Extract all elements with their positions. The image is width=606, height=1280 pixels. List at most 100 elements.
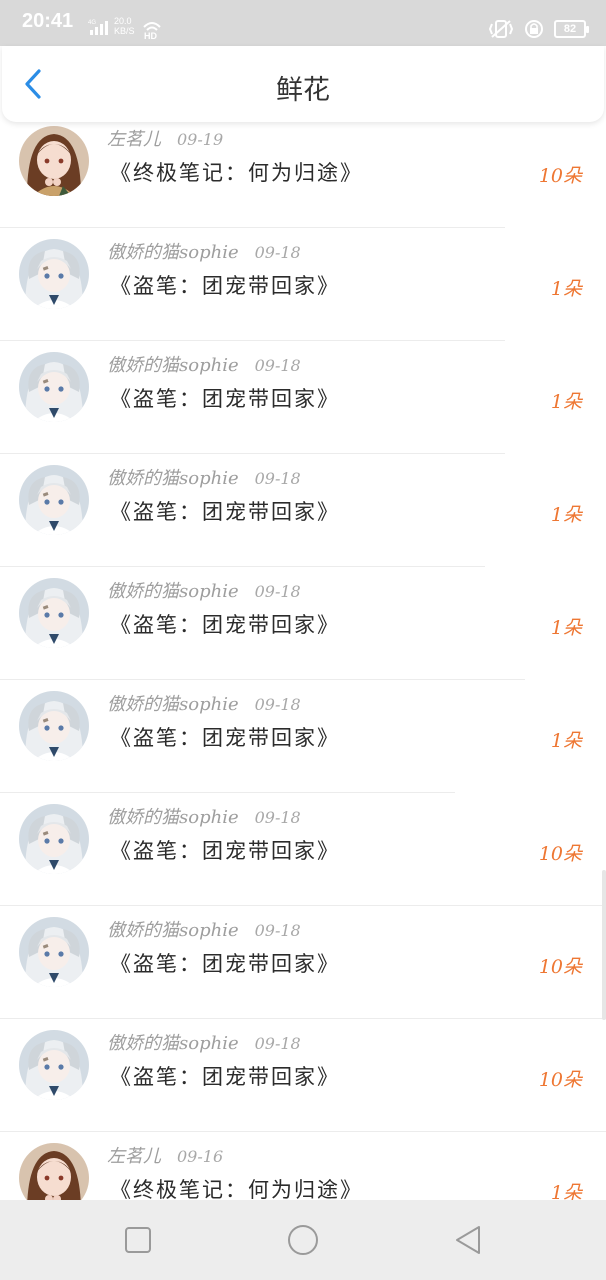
username: 傲娇的猫sophie: [107, 1033, 239, 1054]
date: 09-16: [177, 1147, 224, 1166]
row-divider: [0, 679, 525, 680]
username: 傲娇的猫sophie: [107, 242, 239, 263]
item-meta: 傲娇的猫sophie 09-18: [107, 238, 301, 263]
avatar[interactable]: [19, 1030, 89, 1100]
username: 傲娇的猫sophie: [107, 920, 239, 941]
list-item[interactable]: 傲娇的猫sophie 09-18 《盗笔：团宠带回家》 1朵: [0, 340, 606, 453]
item-meta: 左茗儿 09-16: [107, 1142, 224, 1167]
edge-panel-handle[interactable]: [602, 870, 606, 1020]
date: 09-18: [254, 921, 301, 940]
book-title[interactable]: 《盗笔：团宠带回家》: [110, 1061, 340, 1091]
navigation-bar: [0, 1200, 606, 1280]
book-title[interactable]: 《盗笔：团宠带回家》: [110, 383, 340, 413]
list-item[interactable]: 傲娇的猫sophie 09-18 《盗笔：团宠带回家》 1朵: [0, 453, 606, 566]
row-divider: [0, 227, 505, 228]
list-item[interactable]: 傲娇的猫sophie 09-18 《盗笔：团宠带回家》 10朵: [0, 792, 606, 905]
book-title[interactable]: 《盗笔：团宠带回家》: [110, 948, 340, 978]
header: 鲜花: [2, 46, 604, 122]
book-title[interactable]: 《盗笔：团宠带回家》: [110, 835, 340, 865]
net-speed-unit: KB/S: [114, 26, 135, 36]
date: 09-18: [254, 469, 301, 488]
list-item[interactable]: 左茗儿 09-16 《终极笔记：何为归途》 1朵: [0, 1131, 606, 1200]
list-item[interactable]: 傲娇的猫sophie 09-18 《盗笔：团宠带回家》 10朵: [0, 905, 606, 1018]
book-title[interactable]: 《盗笔：团宠带回家》: [110, 496, 340, 526]
recent-apps-icon[interactable]: [118, 1220, 158, 1260]
item-meta: 傲娇的猫sophie 09-18: [107, 577, 301, 602]
flower-count: 1朵: [550, 278, 582, 300]
back-icon[interactable]: [449, 1220, 489, 1260]
item-meta: 傲娇的猫sophie 09-18: [107, 351, 301, 376]
avatar[interactable]: [19, 126, 89, 196]
date: 09-18: [254, 808, 301, 827]
book-title[interactable]: 《终极笔记：何为归途》: [110, 1174, 363, 1200]
flower-count: 10朵: [538, 956, 582, 978]
avatar[interactable]: [19, 239, 89, 309]
avatar[interactable]: [19, 465, 89, 535]
row-divider: [0, 1018, 606, 1019]
flower-count: 10朵: [538, 843, 582, 865]
lock-rotation-icon: [525, 20, 543, 38]
book-title[interactable]: 《盗笔：团宠带回家》: [110, 609, 340, 639]
row-divider: [0, 566, 485, 567]
status-time: 20:41: [22, 10, 74, 32]
flower-count: 1朵: [550, 391, 582, 413]
hd-wifi-icon: HD: [143, 22, 161, 40]
username: 左茗儿: [107, 129, 161, 150]
item-meta: 左茗儿 09-19: [107, 125, 224, 150]
avatar[interactable]: [19, 1143, 89, 1200]
flower-count: 1朵: [550, 617, 582, 639]
svg-text:HD: HD: [144, 31, 157, 40]
username: 傲娇的猫sophie: [107, 694, 239, 715]
flower-list: 左茗儿 09-19 《终极笔记：何为归途》 10朵 傲娇的猫sophie 09-18 《盗笔…: [0, 122, 606, 1200]
date: 09-18: [254, 356, 301, 375]
avatar[interactable]: [19, 352, 89, 422]
book-title[interactable]: 《终极笔记：何为归途》: [110, 157, 363, 187]
username: 傲娇的猫sophie: [107, 807, 239, 828]
flower-count: 1朵: [550, 504, 582, 526]
avatar[interactable]: [19, 691, 89, 761]
item-meta: 傲娇的猫sophie 09-18: [107, 690, 301, 715]
row-divider: [0, 1131, 606, 1132]
username: 傲娇的猫sophie: [107, 355, 239, 376]
net-speed: 20.0 KB/S: [114, 16, 135, 36]
net-speed-value: 20.0: [114, 16, 132, 26]
avatar[interactable]: [19, 917, 89, 987]
list-item[interactable]: 傲娇的猫sophie 09-18 《盗笔：团宠带回家》 10朵: [0, 1018, 606, 1131]
list-item[interactable]: 傲娇的猫sophie 09-18 《盗笔：团宠带回家》 1朵: [0, 566, 606, 679]
item-meta: 傲娇的猫sophie 09-18: [107, 1029, 301, 1054]
item-meta: 傲娇的猫sophie 09-18: [107, 803, 301, 828]
row-divider: [0, 453, 505, 454]
avatar[interactable]: [19, 578, 89, 648]
page-title: 鲜花: [276, 75, 330, 106]
username: 左茗儿: [107, 1146, 161, 1167]
item-meta: 傲娇的猫sophie 09-18: [107, 464, 301, 489]
username: 傲娇的猫sophie: [107, 581, 239, 602]
list-item[interactable]: 傲娇的猫sophie 09-18 《盗笔：团宠带回家》 1朵: [0, 227, 606, 340]
book-title[interactable]: 《盗笔：团宠带回家》: [110, 270, 340, 300]
row-divider: [0, 340, 505, 341]
list-item[interactable]: 傲娇的猫sophie 09-18 《盗笔：团宠带回家》 1朵: [0, 679, 606, 792]
flower-count: 1朵: [550, 730, 582, 752]
vibrate-icon: [488, 20, 514, 38]
row-divider: [0, 792, 455, 793]
date: 09-18: [254, 695, 301, 714]
signal-icon: 4G: [88, 20, 108, 35]
network-type: 4G: [88, 20, 96, 26]
date: 09-19: [177, 130, 224, 149]
flower-count: 1朵: [550, 1182, 582, 1200]
flower-count: 10朵: [538, 165, 582, 187]
row-divider: [0, 905, 606, 906]
date: 09-18: [254, 1034, 301, 1053]
date: 09-18: [254, 582, 301, 601]
status-bar: 20:41 4G 20.0 KB/S HD 82: [0, 0, 606, 46]
item-meta: 傲娇的猫sophie 09-18: [107, 916, 301, 941]
status-right: 82: [488, 18, 589, 40]
date: 09-18: [254, 243, 301, 262]
flower-count: 10朵: [538, 1069, 582, 1091]
avatar[interactable]: [19, 804, 89, 874]
home-icon[interactable]: [283, 1220, 323, 1260]
book-title[interactable]: 《盗笔：团宠带回家》: [110, 722, 340, 752]
battery-icon: 82: [554, 20, 589, 38]
list-item[interactable]: 左茗儿 09-19 《终极笔记：何为归途》 10朵: [0, 122, 606, 227]
username: 傲娇的猫sophie: [107, 468, 239, 489]
